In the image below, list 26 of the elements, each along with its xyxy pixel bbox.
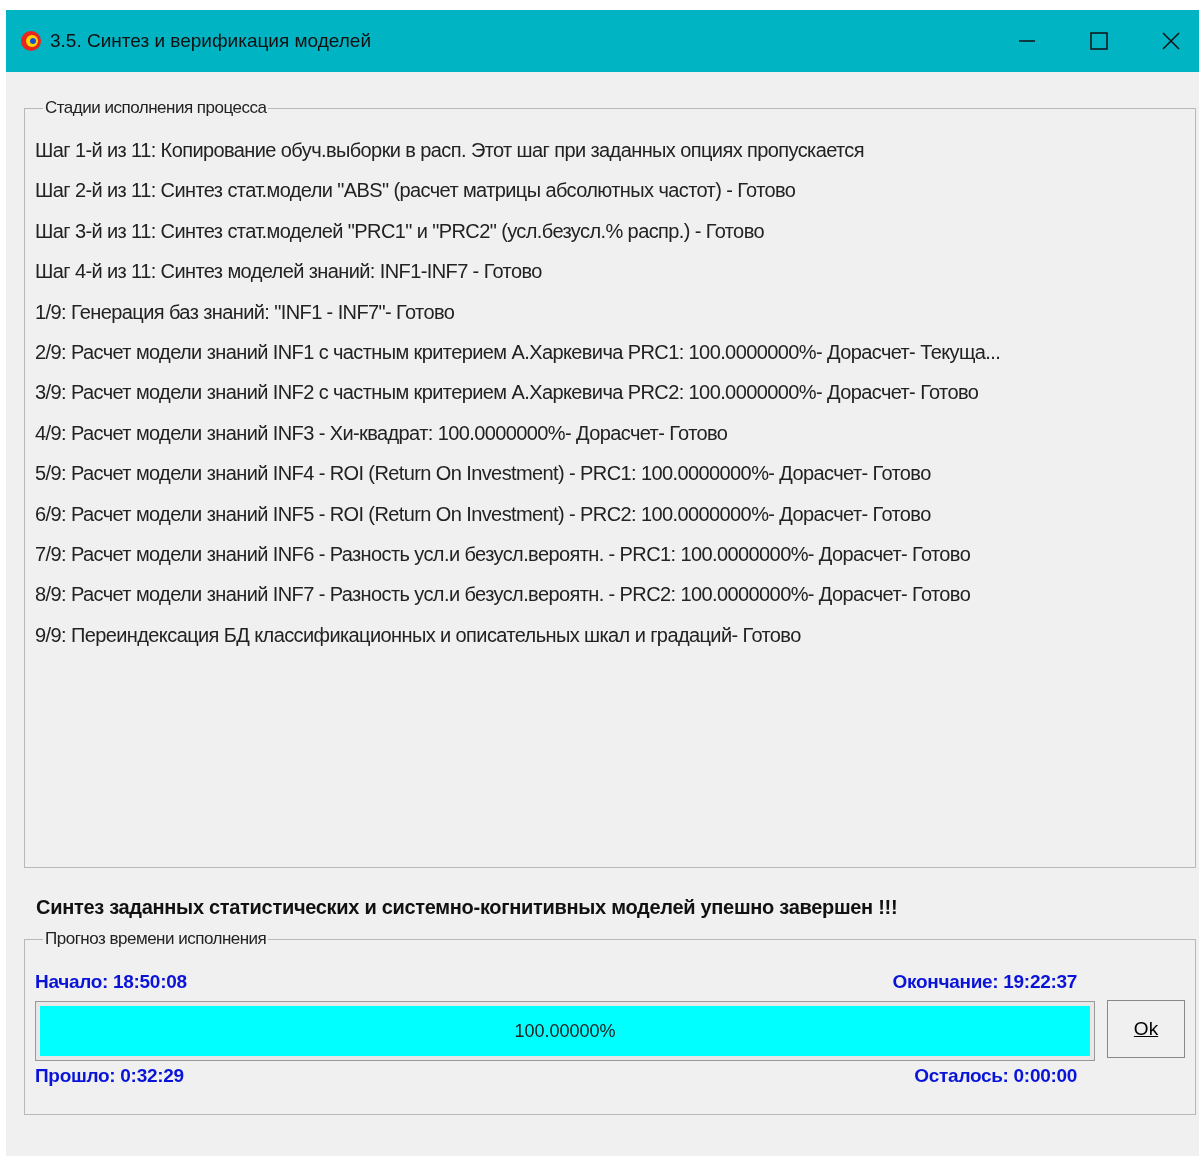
stage-line: 7/9: Расчет модели знаний INF6 - Разность усл.и безусл.вероятн. - PRC1: 100.0000000%- Дорасчет- Готово — [35, 542, 972, 568]
stage-line: Шаг 2-й из 11: Синтез стат.модели "ABS" (расчет матрицы абсолютных частот) - Готово — [35, 178, 797, 204]
stage-line: 9/9: Переиндексация БД классификационных и описательных шкал и градаций- Готово — [35, 622, 802, 648]
stage-line: 3/9: Расчет модели знаний INF2 с частным критерием А.Харкевича PRC2: 100.0000000%- Дорасчет- Готово — [35, 380, 980, 406]
start-time: Начало: 18:50:08 — [35, 970, 187, 994]
stage-line: 8/9: Расчет модели знаний INF7 - Разность усл.и безусл.вероятн. - PRC2: 100.0000000%- Дорасчет- Готово — [35, 582, 972, 608]
close-icon[interactable] — [1161, 31, 1181, 51]
maximize-icon[interactable] — [1089, 31, 1109, 51]
group-legend: Прогноз времени исполнения — [43, 929, 269, 949]
elapsed-time: Прошло: 0:32:29 — [35, 1064, 184, 1088]
stage-line: Шаг 3-й из 11: Синтез стат.моделей "PRC1" и "PRC2" (усл.безусл.% распр.) - Готово — [35, 218, 765, 244]
result-message: Синтез заданных статистических и системно-когнитивных моделей упешно завершен !!! — [36, 896, 899, 919]
progress-label: 100.00000% — [514, 1020, 616, 1042]
remaining-time: Осталось: 0:00:00 — [914, 1064, 1077, 1088]
window-title: 3.5. Синтез и верификация моделей — [50, 30, 373, 52]
group-legend: Стадии исполнения процесса — [43, 98, 269, 118]
stage-line: 1/9: Генерация баз знаний: "INF1 - INF7"- Готово — [35, 299, 456, 325]
stage-line: 6/9: Расчет модели знаний INF5 - ROI (Return On Investment) - PRC2: 100.0000000%- Дорасчет- Готово — [35, 501, 932, 527]
end-time: Окончание: 19:22:37 — [892, 970, 1077, 994]
stage-line: Шаг 1-й из 11: Копирование обуч.выборки в расп. Этот шаг при заданных опциях пропускается — [35, 138, 865, 163]
stage-line: 4/9: Расчет модели знаний INF3 - Хи-квадрат: 100.0000000%- Дорасчет- Готово — [35, 420, 729, 446]
ok-button[interactable]: Ok — [1107, 1000, 1185, 1058]
stage-line: 2/9: Расчет модели знаний INF1 с частным критерием А.Харкевича PRC1: 100.0000000%- Дорасчет- Текуща... — [35, 340, 1002, 366]
stage-line: 5/9: Расчет модели знаний INF4 - ROI (Return On Investment) - PRC1: 100.0000000%- Дорасчет- Готово — [35, 461, 932, 487]
app-icon — [20, 30, 42, 52]
stage-line: Шаг 4-й из 11: Синтез моделей знаний: INF1-INF7 - Готово — [35, 259, 543, 285]
